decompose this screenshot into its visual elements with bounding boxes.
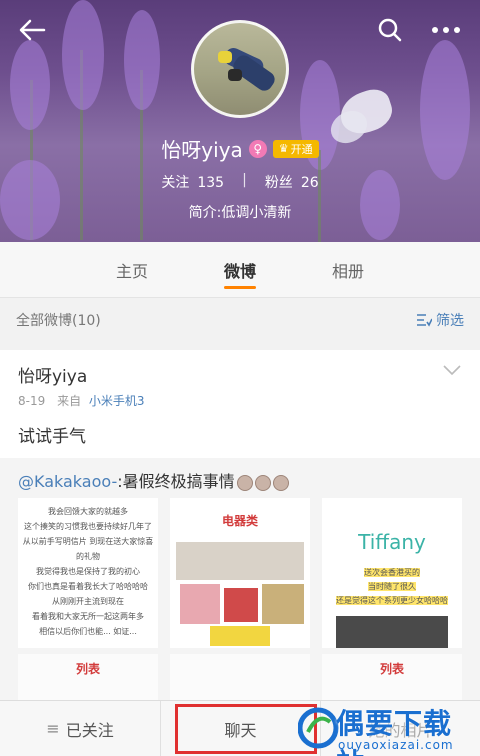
filter-label: 筛选 (436, 313, 464, 329)
followers-count: 26 (300, 175, 319, 191)
image-title: 列表 (75, 662, 100, 676)
female-icon: ♀ (248, 139, 267, 158)
search-button[interactable] (372, 12, 408, 48)
lavender-flower (124, 10, 160, 110)
lavender-flower (62, 0, 104, 110)
back-arrow-icon (19, 19, 46, 41)
crown-icon: ♛ (278, 142, 289, 155)
post-card[interactable]: 怡呀yiya 8-19 来自 小米手机3 试试手气 @Kakakaoo-:暑假终… (0, 350, 480, 706)
emoji-icon (272, 474, 289, 491)
profile-name: 怡呀yiya (161, 138, 243, 162)
repost-image[interactable]: Tiffany 送次会香港买的 当时随了很久 还是觉得这个系列更少女哈哈哈 (322, 498, 462, 648)
profile-page: 怡呀yiya ♀ ♛ 开通 关注 135 | 粉丝 26 简介:低调小清新 主页 微… (0, 0, 480, 756)
following-stat[interactable]: 关注 135 (161, 172, 224, 192)
post-count: 全部微博(10) (16, 313, 101, 329)
emoji-icon (254, 474, 271, 491)
watermark-url: ouyaoxiazai.com (338, 738, 454, 752)
stats-divider: | (242, 172, 247, 188)
followed-label: 已关注 (65, 720, 114, 740)
repost-text: @Kakakaoo-:暑假终极搞事情 (18, 468, 289, 492)
product-photo (176, 542, 304, 580)
image-text: 我会回馈大家的就越多 这个揍笑的习惯我也要持续好几年了 从以前手写明信片 到现在… (22, 507, 154, 636)
followers-stat[interactable]: 粉丝 26 (265, 172, 319, 192)
lavender-flower (10, 40, 50, 130)
vip-badge[interactable]: ♛ 开通 (272, 139, 319, 158)
repost-mention[interactable]: @Kakakaoo- (18, 472, 117, 491)
image-title: 电器类 (221, 514, 258, 528)
product-photo (180, 584, 220, 624)
filter-icon (417, 314, 432, 327)
profile-name-row: 怡呀yiya ♀ ♛ 开通 (0, 134, 480, 163)
post-date: 8-19 (18, 394, 46, 408)
product-photo (336, 616, 448, 648)
avatar[interactable] (191, 20, 289, 118)
tab-album[interactable]: 相册 (294, 242, 402, 297)
repost-body: :暑假终极搞事情 (117, 472, 235, 491)
back-button[interactable] (14, 12, 50, 48)
vip-label: 开通 (290, 142, 313, 156)
profile-stats: 关注 135 | 粉丝 26 (0, 172, 480, 192)
profile-tabs: 主页 微博 相册 (0, 242, 480, 298)
product-photo (262, 584, 304, 624)
post-source-prefix: 来自 (57, 394, 82, 408)
image-title: Tiffany (358, 530, 426, 554)
post-text: 试试手气 (18, 427, 86, 447)
repost-image[interactable]: 电器类 (170, 498, 310, 648)
more-dots-icon (432, 27, 460, 33)
post-meta: 8-19 来自 小米手机3 (18, 392, 145, 409)
post-author[interactable]: 怡呀yiya (18, 362, 87, 387)
followers-label: 粉丝 (264, 175, 293, 191)
chat-highlight-box (175, 704, 317, 754)
emoji-icon (236, 474, 253, 491)
image-title: 列表 (379, 662, 404, 676)
following-count: 135 (197, 175, 225, 191)
repost-image[interactable] (170, 654, 310, 706)
following-label: 关注 (161, 175, 190, 191)
profile-bio: 简介:低调小清新 (188, 205, 292, 221)
repost-card[interactable]: @Kakakaoo-:暑假终极搞事情 我会回馈大家的就越多 这个揍笑的习惯我也要… (0, 458, 480, 706)
product-photo (224, 588, 258, 622)
more-options-button[interactable] (428, 12, 464, 48)
filter-bar: 全部微博(10) 筛选 (0, 298, 480, 342)
product-photo (210, 626, 270, 646)
repost-image[interactable]: 列表 (322, 654, 462, 706)
tab-home[interactable]: 主页 (78, 242, 186, 297)
profile-header: 怡呀yiya ♀ ♛ 开通 关注 135 | 粉丝 26 简介:低调小清新 (0, 0, 480, 242)
lavender-stem (318, 150, 321, 242)
chevron-down-icon[interactable] (442, 362, 462, 378)
filter-button[interactable]: 筛选 (416, 310, 464, 330)
post-source[interactable]: 小米手机3 (89, 394, 145, 408)
repost-image[interactable]: 列表 (18, 654, 158, 706)
repost-image[interactable]: 我会回馈大家的就越多 这个揍笑的习惯我也要持续好几年了 从以前手写明信片 到现在… (18, 498, 158, 648)
search-icon (378, 18, 402, 42)
menu-icon: ≡ (46, 719, 60, 738)
followed-button[interactable]: ≡ 已关注 (0, 701, 160, 756)
tab-weibo[interactable]: 微博 (186, 242, 294, 297)
